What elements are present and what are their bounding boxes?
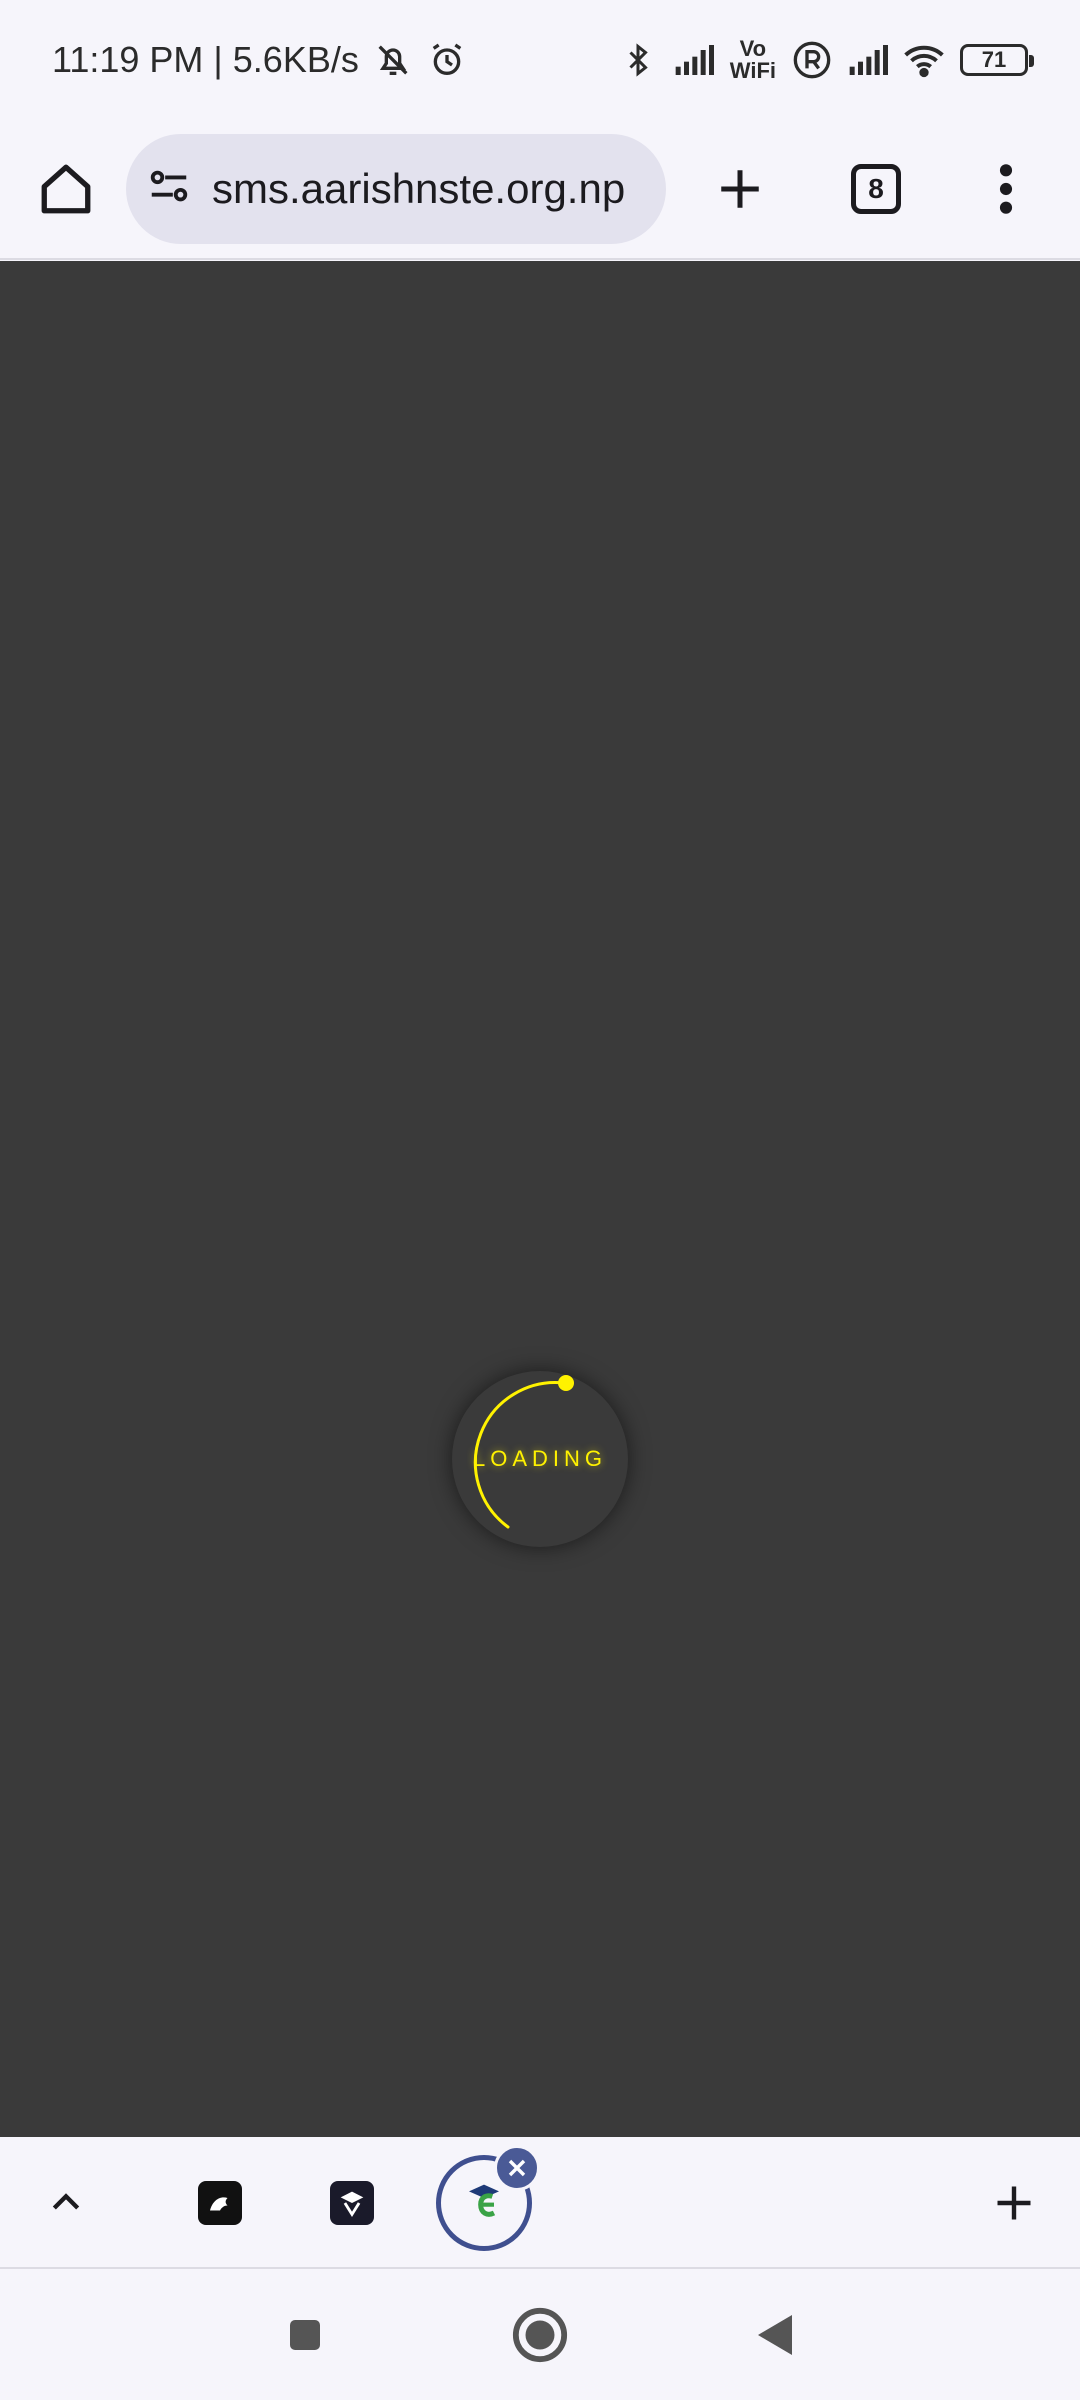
bluetooth-icon [618, 40, 658, 80]
url-text: sms.aarishnste.org.np [212, 165, 626, 212]
tab-switcher-button[interactable]: 8 [816, 129, 936, 249]
close-icon [508, 2159, 526, 2177]
chevron-up-icon [52, 2193, 80, 2210]
add-icon [997, 2186, 1031, 2220]
tab-strip [0, 2137, 1080, 2269]
signal-icon [848, 40, 888, 80]
tab-favicon[interactable] [198, 2181, 242, 2225]
page-content: LOADING [0, 261, 1080, 2137]
new-tab-button[interactable] [680, 129, 800, 249]
tab-switcher-icon: 8 [851, 164, 901, 214]
recents-button[interactable] [255, 2285, 355, 2385]
new-tab-icon [721, 170, 759, 208]
system-nav-bar [0, 2271, 1080, 2400]
home-icon [512, 2307, 568, 2363]
battery-icon: 71 [960, 44, 1034, 76]
vowifi-bottom: WiFi [729, 58, 776, 83]
signal-icon [674, 40, 714, 80]
graduation-favicon [469, 2184, 499, 2217]
bird-icon [210, 2197, 228, 2211]
wifi-icon [904, 40, 944, 80]
battery-level: 71 [981, 47, 1007, 72]
browser-toolbar: sms.aarishnste.org.np 8 [0, 120, 1080, 260]
home-icon [41, 164, 91, 214]
recents-icon [290, 2320, 320, 2350]
add-tab-button[interactable] [974, 2163, 1054, 2243]
home-button[interactable] [6, 129, 126, 249]
back-icon [758, 2315, 792, 2355]
home-nav-button[interactable] [490, 2285, 590, 2385]
site-settings-icon[interactable] [146, 164, 192, 215]
time-and-speed: 11:19 PM | 5.6KB/s [52, 39, 359, 80]
expand-tabs-button[interactable] [26, 2163, 106, 2243]
tools-icon [340, 2191, 364, 2218]
more-vert-icon [999, 164, 1013, 214]
back-button[interactable] [724, 2285, 824, 2385]
more-menu-button[interactable] [946, 129, 1066, 249]
status-bar: 11:19 PM | 5.6KB/s Vo WiFi 71 [0, 0, 1080, 120]
tab-count: 8 [868, 173, 884, 204]
url-bar[interactable]: sms.aarishnste.org.np [126, 134, 666, 244]
loading-label: LOADING [472, 1446, 608, 1471]
tab-favicon[interactable] [330, 2181, 374, 2225]
status-left: 11:19 PM | 5.6KB/s [52, 39, 467, 81]
alarm-icon [427, 40, 467, 80]
mute-bell-icon [373, 40, 413, 80]
roaming-icon [792, 40, 832, 80]
status-right: Vo WiFi 71 [618, 38, 1034, 82]
vowifi-icon: Vo WiFi [730, 38, 776, 82]
loading-spinner: LOADING [452, 1371, 628, 1547]
close-tab-button[interactable] [494, 2145, 540, 2191]
